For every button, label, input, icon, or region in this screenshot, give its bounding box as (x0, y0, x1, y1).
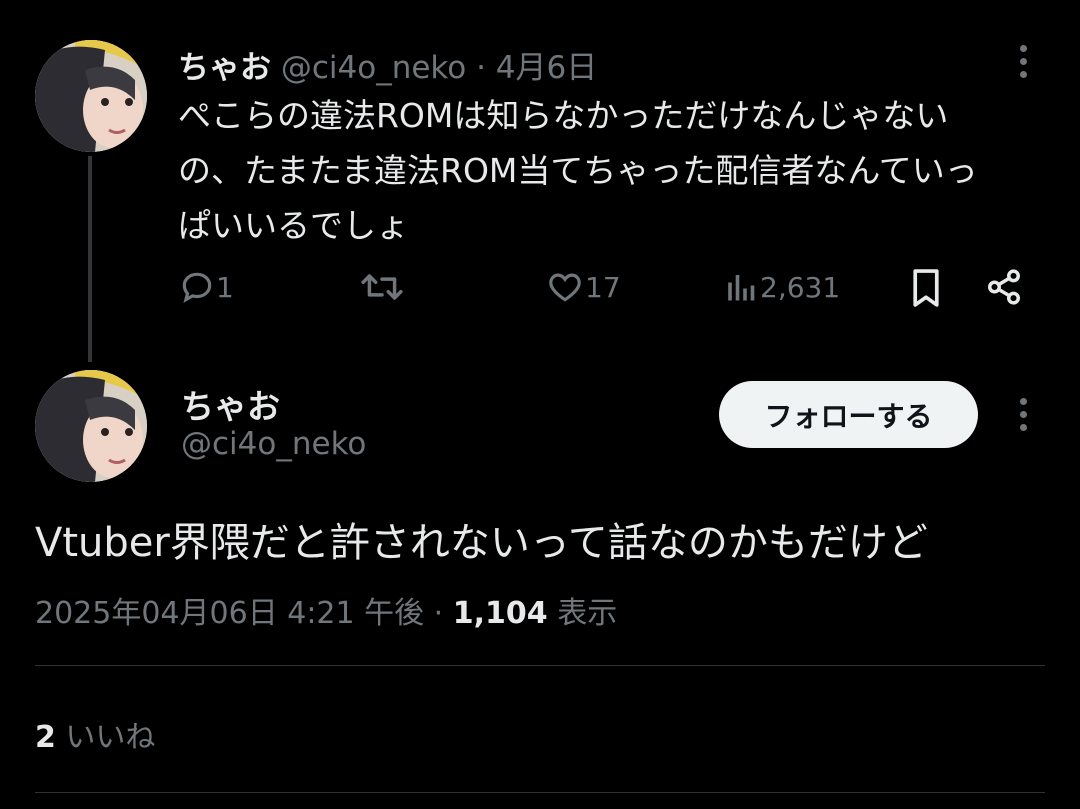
retweet-icon (361, 274, 403, 300)
views-icon (728, 275, 755, 301)
handle-date[interactable]: @ci4o_neko · 4月6日 (281, 50, 597, 86)
tweet-text: Vtuber界隈だと許されないって話なのかもだけど (35, 520, 928, 566)
view-label: 表示 (547, 596, 618, 631)
likes-summary[interactable]: 2 いいね (35, 712, 155, 756)
tweet-text-line: ぺこらの違法ROMは知らなかっただけなんじゃない (178, 96, 949, 135)
view-count: 2,631 (760, 270, 841, 304)
like-label: いいね (55, 720, 156, 755)
timestamp[interactable]: 2025年04月06日 4:21 午後 · (35, 596, 453, 631)
avatar[interactable] (35, 40, 147, 152)
tweet-text-line: ぱいいるでしょ (178, 206, 409, 245)
tweet-header: ちゃお @ci4o_neko · 4月6日 (178, 42, 597, 87)
display-name[interactable]: ちゃお (178, 50, 271, 86)
thread-line (88, 156, 92, 362)
handle[interactable]: @ci4o_neko (181, 426, 366, 462)
view-count: 1,104 (452, 596, 548, 631)
reply-button[interactable]: 1 (178, 268, 234, 306)
like-icon (549, 273, 581, 302)
views-button[interactable]: 2,631 (724, 268, 840, 306)
display-name[interactable]: ちゃお (181, 380, 280, 428)
like-count: 17 (585, 270, 621, 304)
avatar[interactable] (35, 370, 147, 482)
divider (35, 792, 1045, 793)
retweet-button[interactable] (360, 268, 404, 306)
share-icon[interactable] (985, 268, 1023, 310)
tweet-text: ぺこらの違法ROMは知らなかっただけなんじゃない の、たまたま違法ROM当てちゃ… (178, 88, 978, 253)
divider (35, 665, 1045, 666)
more-icon[interactable] (1017, 398, 1029, 437)
like-count: 2 (35, 720, 56, 755)
bookmark-icon[interactable] (910, 268, 942, 312)
tweet-text-line: の、たまたま違法ROM当てちゃった配信者なんていっ (178, 151, 978, 190)
tweet-meta: 2025年04月06日 4:21 午後 · 1,104 表示 (35, 588, 617, 632)
follow-button[interactable]: フォローする (719, 381, 978, 448)
like-button[interactable]: 17 (545, 268, 621, 306)
more-icon[interactable] (1017, 45, 1029, 84)
reply-icon (182, 272, 212, 303)
reply-count: 1 (216, 270, 234, 304)
